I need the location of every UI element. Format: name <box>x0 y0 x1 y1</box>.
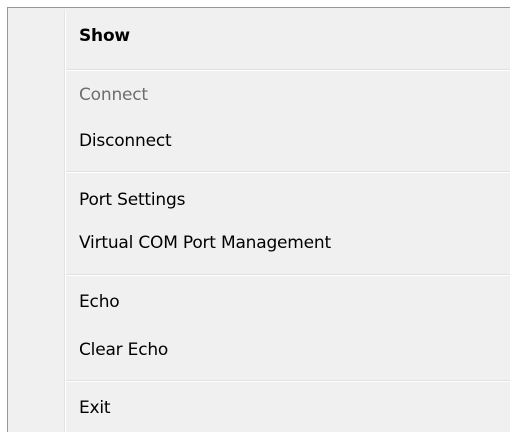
menu-item-show-label: Show <box>79 26 130 46</box>
menu-item-virtual-com-label: Virtual COM Port Management <box>79 233 331 253</box>
menu-separator <box>66 274 510 276</box>
menu-item-echo-label: Echo <box>79 292 120 312</box>
menu-item-echo[interactable]: Echo <box>66 282 510 322</box>
menu-separator <box>66 69 510 71</box>
menu-item-connect: Connect <box>66 75 510 115</box>
menu-item-virtual-com-port-management[interactable]: Virtual COM Port Management <box>66 223 510 263</box>
menu-item-show[interactable]: Show <box>66 16 510 56</box>
menu-item-exit-label: Exit <box>79 398 111 418</box>
menu-item-exit[interactable]: Exit <box>66 388 510 428</box>
context-menu: Show Connect Disconnect Port Settings Vi… <box>7 7 510 432</box>
menu-item-disconnect-label: Disconnect <box>79 131 172 151</box>
menu-item-clear-echo[interactable]: Clear Echo <box>66 330 510 370</box>
menu-item-connect-label: Connect <box>79 85 148 105</box>
menu-separator <box>66 380 510 382</box>
menu-item-disconnect[interactable]: Disconnect <box>66 121 510 161</box>
menu-item-port-settings-label: Port Settings <box>79 190 186 210</box>
menu-item-clear-echo-label: Clear Echo <box>79 340 169 360</box>
menu-item-port-settings[interactable]: Port Settings <box>66 180 510 220</box>
menu-separator <box>66 171 510 173</box>
